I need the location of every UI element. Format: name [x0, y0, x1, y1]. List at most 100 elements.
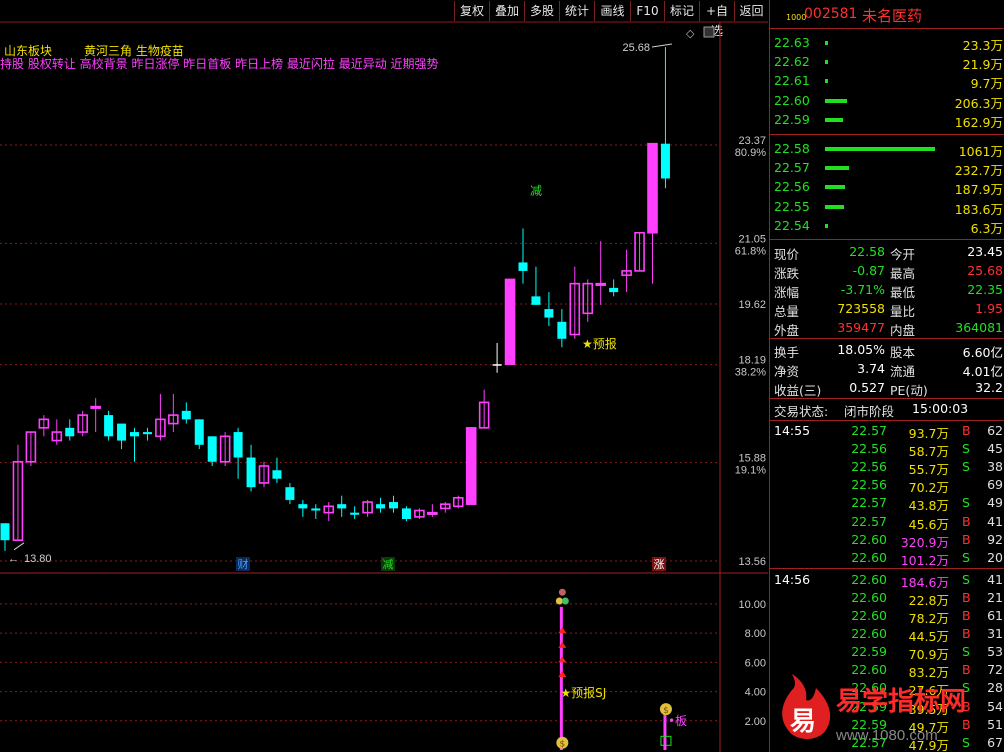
- fund-row: 收益(三) 0.527 PE(动) 32.2: [770, 379, 1004, 398]
- divider: [770, 398, 1004, 399]
- tick-row: 22.57 43.8万 S 49: [770, 494, 1004, 513]
- candle-body: [311, 508, 321, 511]
- y-tick-label: 18.19: [738, 355, 766, 367]
- trade-status-row: 交易状态: 闭市阶段 15:00:03: [770, 400, 1004, 419]
- bid-price: 22.56: [774, 179, 810, 195]
- tick-side: B: [962, 608, 971, 623]
- ask-row: 22.59 162.9万: [770, 111, 1004, 130]
- candle-body: [0, 523, 10, 541]
- candle-body: [492, 364, 502, 366]
- stat-row: 总量 723558 量比 1.95: [770, 300, 1004, 319]
- high-price-label: 25.68: [622, 42, 650, 54]
- up-arrow-icon: [558, 627, 567, 634]
- tick-count: 38: [987, 459, 1003, 475]
- y-tick-pct: 19.1%: [735, 465, 766, 477]
- y-tick-pct: 61.8%: [735, 245, 766, 257]
- tick-side: S: [962, 644, 970, 660]
- stat-label: 最高: [890, 266, 916, 281]
- ask-volume: 23.3万: [962, 38, 1003, 53]
- chart-area[interactable]: 23.37 80.9% 21.05 61.8% 19.62 18.19 38.2% 15.88…: [0, 0, 768, 752]
- depth-bar: [825, 41, 828, 45]
- candle-body: [272, 470, 282, 479]
- ask-price: 22.62: [774, 54, 810, 70]
- divider: [770, 28, 1004, 29]
- high-arrow: [651, 43, 673, 48]
- stat-label: 今开: [890, 247, 916, 262]
- stat-value: 23.45: [967, 244, 1003, 259]
- ind-y-tick-label: 8.00: [745, 628, 766, 640]
- depth-bar: [825, 204, 844, 209]
- bid-volume: 6.3万: [970, 220, 1003, 236]
- ind-ball-icon: [555, 597, 563, 605]
- ask-price: 22.59: [774, 111, 810, 127]
- kline-chart[interactable]: 23.3780.9% 21.0561.8% 19.62 18.1938.2% 15.88…: [0, 0, 768, 752]
- tick-row: 14:55 22.57 93.7万 B 62: [770, 422, 1004, 441]
- candle-body-fill: [466, 427, 476, 505]
- tick-price: 22.60: [851, 571, 887, 587]
- fund-value: 0.527: [849, 380, 885, 395]
- tick-price: 22.57: [851, 423, 887, 438]
- watermark-logo: 易 易学指标网 www.1080.com: [782, 674, 966, 744]
- bid-row: 22.57 232.7万: [770, 159, 1004, 178]
- ind-ball-icon: [561, 597, 569, 605]
- ask-row: 22.63 23.3万: [770, 34, 1004, 53]
- tick-row: 14:56 22.60 184.6万 S 41: [770, 571, 1004, 590]
- tick-price: 22.60: [851, 589, 887, 605]
- candle-body-fill: [505, 279, 515, 365]
- stat-value: 22.35: [967, 282, 1003, 297]
- stat-value: -3.71%: [840, 282, 885, 297]
- candle-body: [609, 287, 619, 293]
- fund-value: 6.60亿: [962, 345, 1003, 360]
- tick-price: 22.60: [851, 531, 887, 547]
- candle-body: [298, 504, 308, 509]
- tick-side: S: [962, 459, 970, 475]
- candle-body: [557, 321, 567, 339]
- divider: [770, 420, 1004, 421]
- stat-value: -0.87: [852, 263, 885, 278]
- fund-value: 4.01亿: [962, 364, 1003, 379]
- tags-label: 持股 股权转让 高校背景 昨日涨停 昨日首板 昨日上榜 最近闪拉 最近异动 近期…: [0, 57, 439, 71]
- overlay-yubao-sj: ★预报SJ: [560, 685, 606, 700]
- bid-price: 22.58: [774, 141, 810, 156]
- tick-volume: 101.2万: [900, 552, 949, 568]
- tick-row: 22.60 101.2万 S 20: [770, 549, 1004, 568]
- ask-price: 22.60: [774, 92, 810, 108]
- tick-count: 61: [987, 608, 1003, 623]
- trade-status-label: 交易状态:: [774, 404, 829, 419]
- stat-value: 1.95: [975, 301, 1003, 316]
- y-tick-label: 19.62: [738, 299, 766, 311]
- ask-row: 22.62 21.9万: [770, 53, 1004, 72]
- stat-row: 涨跌 -0.87 最高 25.68: [770, 262, 1004, 281]
- trade-time: 15:00:03: [912, 401, 969, 416]
- bid-volume: 1061万: [958, 144, 1003, 159]
- low-arrow-head: ←: [8, 553, 19, 565]
- watermark-icon-char: 易: [790, 706, 816, 736]
- tick-side: S: [962, 549, 970, 565]
- stat-row: 现价 22.58 今开 23.45: [770, 243, 1004, 262]
- y-tick-label: 21.05: [738, 233, 766, 245]
- candle-body-fill: [648, 143, 657, 233]
- tick-row: 22.60 22.8万 B 21: [770, 589, 1004, 608]
- tick-row: 22.60 44.5万 B 31: [770, 625, 1004, 644]
- bid-row: 22.58 1061万: [770, 140, 1004, 159]
- stat-label: 外盘: [774, 323, 800, 338]
- depth-bar: [825, 166, 850, 171]
- fund-label: 换手: [774, 345, 800, 360]
- ask-volume: 21.9万: [962, 57, 1003, 73]
- up-arrow-icon: [558, 656, 567, 663]
- tick-side: S: [962, 495, 970, 511]
- tick-row: 22.57 45.6万 B 41: [770, 513, 1004, 532]
- stat-label: 总量: [774, 304, 800, 319]
- depth-bar: [825, 117, 843, 122]
- tick-price: 22.57: [851, 495, 887, 511]
- panel-toggle-icon: [703, 26, 715, 38]
- y-tick-pct: 80.9%: [735, 147, 766, 159]
- bid-volume: 183.6万: [954, 201, 1003, 217]
- depth-bar: [825, 223, 828, 228]
- ask-volume: 206.3万: [954, 95, 1003, 111]
- up-arrow-icon: [558, 641, 567, 648]
- tick-price: 22.56: [851, 441, 887, 457]
- tick-price: 22.60: [851, 626, 887, 642]
- bid-price: 22.55: [774, 198, 810, 214]
- divider: [770, 134, 1004, 135]
